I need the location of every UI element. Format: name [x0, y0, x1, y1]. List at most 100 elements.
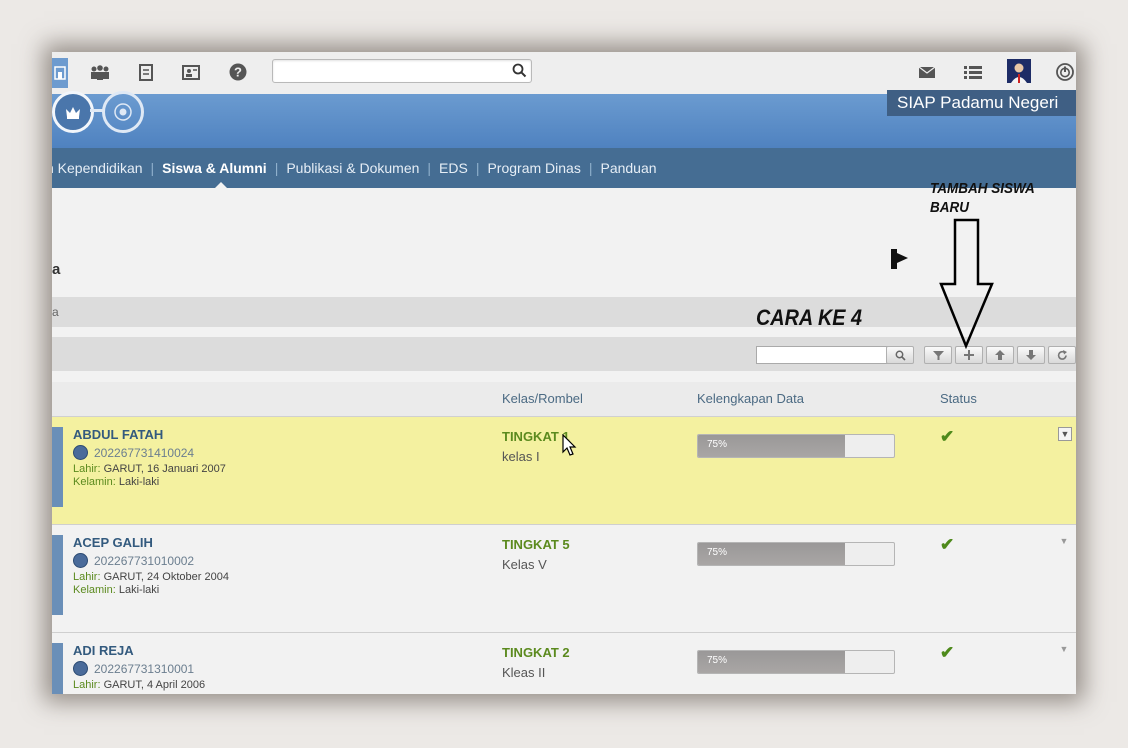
- document-icon[interactable]: [135, 61, 157, 83]
- emblem-icon: [73, 445, 88, 460]
- progress-text: 75%: [707, 439, 728, 450]
- check-icon: ✔: [940, 535, 955, 554]
- student-name[interactable]: ABDUL FATAH: [73, 427, 163, 442]
- birth-value: GARUT, 16 Januari 2007: [103, 463, 226, 475]
- nav-item-program-dinas[interactable]: Program Dinas: [487, 160, 580, 176]
- check-icon: ✔: [940, 427, 955, 446]
- nav-item-kependidikan[interactable]: n Kependidikan: [52, 160, 143, 176]
- student-name[interactable]: ACEP GALIH: [73, 535, 153, 550]
- connector: [90, 109, 104, 112]
- nav-item-eds[interactable]: EDS: [439, 160, 468, 176]
- search-icon[interactable]: [512, 63, 527, 78]
- column-header-kelas[interactable]: Kelas/Rombel: [502, 391, 583, 406]
- nav-separator: |: [274, 160, 279, 176]
- table-header: Kelas/Rombel Kelengkapan Data Status: [52, 382, 1076, 417]
- check-icon: ✔: [940, 643, 955, 662]
- student-kelas: Kleas II: [502, 665, 546, 680]
- list-icon[interactable]: [962, 61, 984, 83]
- progress-text: 75%: [707, 547, 728, 558]
- nav-item-publikasi[interactable]: Publikasi & Dokumen: [286, 160, 419, 176]
- avatar[interactable]: [1007, 59, 1031, 83]
- grid-search-button[interactable]: [886, 346, 914, 364]
- birth-label: Lahir:: [73, 679, 101, 691]
- gender-label: Kelamin:: [73, 584, 116, 596]
- refresh-button[interactable]: [1048, 346, 1076, 364]
- emblem-icon[interactable]: [102, 91, 144, 133]
- annotation-cara: CARA KE 4: [756, 305, 862, 330]
- move-down-button[interactable]: [1017, 346, 1045, 364]
- mail-icon[interactable]: [916, 61, 938, 83]
- emblem-icon: [73, 553, 88, 568]
- filter-icon: [932, 350, 944, 360]
- search-icon: [895, 350, 906, 361]
- student-photo: [52, 427, 63, 507]
- table-row[interactable]: ADI REJA 202267731310001 Lahir: GARUT, 4…: [52, 633, 1076, 694]
- student-gender: Kelamin: Laki-laki: [73, 476, 159, 488]
- active-nav-caret: [215, 182, 227, 188]
- student-nisn: 202267731410024: [73, 445, 194, 460]
- student-name[interactable]: ADI REJA: [73, 643, 134, 658]
- student-birth: Lahir: GARUT, 24 Oktober 2004: [73, 571, 229, 583]
- column-header-kelengkapan[interactable]: Kelengkapan Data: [697, 391, 804, 406]
- top-toolbar: ?: [52, 52, 1076, 95]
- column-header-status[interactable]: Status: [940, 391, 977, 406]
- arrow-down-icon: [1026, 350, 1036, 360]
- nisn-value: 202267731310001: [94, 661, 195, 676]
- search-input[interactable]: [272, 59, 532, 83]
- completeness-progress: 75%: [697, 434, 895, 458]
- student-photo: [52, 535, 63, 615]
- birth-value: GARUT, 24 Oktober 2004: [103, 571, 229, 583]
- arrow-up-icon: [995, 350, 1005, 360]
- power-icon[interactable]: [1054, 61, 1076, 83]
- student-birth: Lahir: GARUT, 4 April 2006: [73, 679, 205, 691]
- screenshot-frame: ? SIAP Padamu Negeri n Kependidikan | Si…: [52, 52, 1076, 694]
- student-nisn: 202267731310001: [73, 661, 194, 676]
- student-tingkat: TINGKAT 5: [502, 537, 570, 552]
- nav-item-panduan[interactable]: Panduan: [600, 160, 656, 176]
- chevron-down-icon[interactable]: ▼: [1058, 535, 1070, 547]
- nav-separator: |: [150, 160, 155, 176]
- arrow-down-icon: [939, 218, 994, 350]
- chevron-down-icon[interactable]: ▼: [1058, 643, 1070, 655]
- table-row[interactable]: ACEP GALIH 202267731010002 Lahir: GARUT,…: [52, 525, 1076, 633]
- birth-value: GARUT, 4 April 2006: [103, 679, 206, 691]
- student-photo: [52, 643, 63, 694]
- nav-separator: |: [427, 160, 432, 176]
- emblem-icon: [73, 661, 88, 676]
- group-icon[interactable]: [89, 61, 111, 83]
- gender-label: Kelamin:: [73, 476, 116, 488]
- progress-text: 75%: [707, 655, 728, 666]
- page-title: a: [52, 261, 61, 278]
- breadcrumb: a: [52, 305, 59, 319]
- brand-title: SIAP Padamu Negeri: [887, 90, 1076, 116]
- cursor-icon: [891, 249, 908, 269]
- student-nisn: 202267731010002: [73, 553, 194, 568]
- school-icon[interactable]: [52, 58, 68, 88]
- chevron-down-icon[interactable]: ▼: [1058, 427, 1072, 441]
- breadcrumb-bar: a: [52, 297, 1076, 327]
- student-tingkat: TINGKAT 1: [502, 429, 570, 444]
- nav-separator: |: [588, 160, 593, 176]
- annotation-tambah: TAMBAH SISWA BARU: [930, 180, 1035, 216]
- gender-value: Laki-laki: [118, 584, 160, 596]
- crown-icon[interactable]: [52, 91, 94, 133]
- student-kelas: kelas I: [502, 449, 540, 464]
- nisn-value: 202267731410024: [94, 445, 195, 460]
- grid-search-input[interactable]: [756, 346, 888, 364]
- help-icon[interactable]: ?: [227, 61, 249, 83]
- plus-icon: [964, 350, 974, 360]
- gender-value: Laki-laki: [118, 476, 160, 488]
- main-nav: n Kependidikan | Siswa & Alumni | Publik…: [52, 148, 1076, 188]
- nav-separator: |: [475, 160, 480, 176]
- cursor-icon: [562, 434, 577, 456]
- student-tingkat: TINGKAT 2: [502, 645, 570, 660]
- app-header: SIAP Padamu Negeri: [52, 90, 1076, 148]
- completeness-progress: 75%: [697, 650, 895, 674]
- nav-item-siswa-alumni[interactable]: Siswa & Alumni: [162, 160, 267, 176]
- nav-row: n Kependidikan | Siswa & Alumni | Publik…: [52, 148, 657, 188]
- student-birth: Lahir: GARUT, 16 Januari 2007: [73, 463, 226, 475]
- birth-label: Lahir:: [73, 463, 101, 475]
- contact-card-icon[interactable]: [180, 61, 202, 83]
- birth-label: Lahir:: [73, 571, 101, 583]
- completeness-progress: 75%: [697, 542, 895, 566]
